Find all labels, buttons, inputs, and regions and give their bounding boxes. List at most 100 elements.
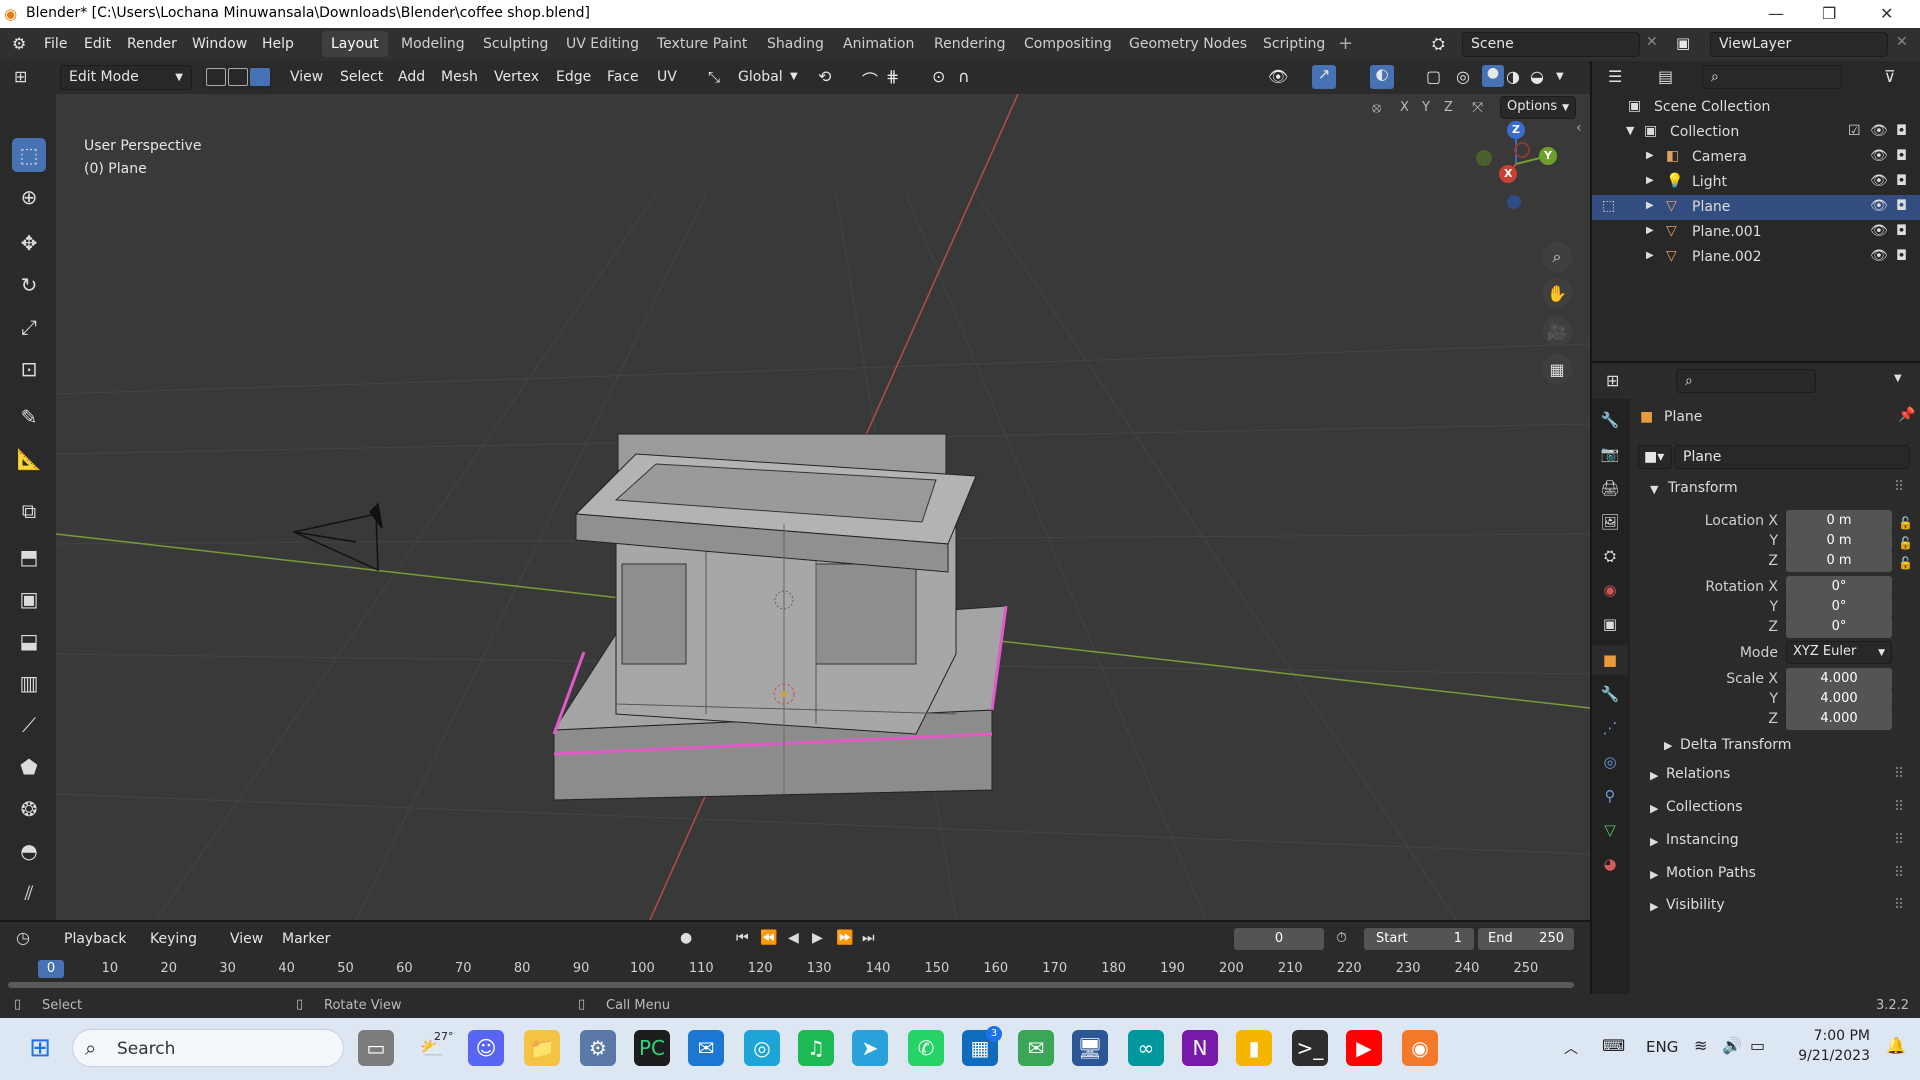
ortho-grid-icon[interactable]: ▦ [1542,354,1572,384]
editor-type-icon[interactable]: ⊞ [14,67,27,86]
menu-playback[interactable]: Playback [64,931,126,947]
visibility-icon[interactable]: 👁 [1268,67,1288,86]
add-cube-tool-icon[interactable]: ⧉ [12,494,46,528]
knife-tool-icon[interactable]: ⟋ [12,708,46,742]
object-name-field[interactable]: Plane [1674,445,1910,469]
transform-orientation[interactable]: Global [738,69,783,85]
next-keyframe-icon[interactable]: ⏩ [836,930,853,946]
constraints-tab-icon[interactable]: ⚲ [1592,781,1628,811]
start-frame-field[interactable]: Start 1 [1364,928,1474,950]
chevron-right-icon[interactable]: ▶ [1650,900,1658,913]
drag-handle-icon[interactable]: ⠿ [1894,897,1904,913]
plane-mesh[interactable] [552,433,1008,801]
blender-taskbar-icon[interactable]: ◉ [1402,1030,1438,1066]
properties-search-input[interactable]: ⌕ [1676,369,1816,393]
collection-tab-icon[interactable]: ▣ [1592,609,1628,639]
chevron-down-icon[interactable]: ▼ [1894,373,1902,384]
extrude-tool-icon[interactable]: ⬒ [12,540,46,574]
shear-tool-icon[interactable]: ⫽ [12,876,46,910]
camera-object[interactable] [291,502,383,572]
clock-date[interactable]: 9/21/2023 [1786,1048,1870,1064]
chevron-down-icon[interactable]: ▼ [790,71,798,82]
rotation-z-field[interactable]: 0° [1786,616,1892,638]
delta-transform-header[interactable]: Delta Transform [1680,737,1791,753]
chevron-right-icon[interactable]: ▶ [1646,250,1654,261]
outliner-row-scene-collection[interactable]: ▣ Scene Collection [1592,95,1920,120]
record-icon[interactable]: ● [680,930,692,946]
checkbox-icon[interactable]: ☑ [1848,123,1861,139]
loop-cut-tool-icon[interactable]: ▥ [12,666,46,700]
menu-render[interactable]: Render [127,36,177,52]
current-frame-field[interactable]: 0 [1234,928,1324,950]
menu-help[interactable]: Help [262,36,294,52]
menu-face[interactable]: Face [607,69,639,85]
clock-icon[interactable]: ⏱ [1336,930,1347,946]
zoom-icon[interactable]: ⌕ [1542,242,1572,272]
proportional-edit-icon[interactable]: ⊙ [932,67,945,86]
render-camera-icon[interactable]: ◘ [1896,123,1907,139]
drag-handle-icon[interactable]: ⠿ [1894,832,1904,848]
settings-icon[interactable]: ⚙ [580,1030,616,1066]
outliner-editor-icon[interactable]: ☰ [1608,67,1622,86]
play-reverse-icon[interactable]: ◀ [788,930,799,946]
spin-tool-icon[interactable]: ❂ [12,792,46,826]
measure-tool-icon[interactable]: 📐 [12,442,46,476]
orientation-icon[interactable]: ⤡ [708,68,720,86]
view-layer-selector[interactable]: ViewLayer [1710,32,1888,57]
menu-keying[interactable]: Keying [150,931,197,947]
mode-selector[interactable]: Edit Mode ▼ [60,65,192,90]
mirror-z-toggle[interactable]: Z [1444,100,1453,115]
eye-icon[interactable]: 👁 [1870,198,1888,214]
eye-icon[interactable]: 👁 [1870,148,1888,164]
pan-hand-icon[interactable]: ✋ [1542,278,1572,308]
clock-time[interactable]: 7:00 PM [1796,1028,1870,1044]
snap-icon[interactable]: ⌒ [862,67,878,91]
task-view-icon[interactable]: ▭ [358,1030,394,1066]
outliner-row-plane-001[interactable]: ▶ ▽ Plane.001 👁 ◘ [1592,220,1920,245]
tab-compositing[interactable]: Compositing [1015,31,1121,57]
drag-handle-icon[interactable]: ⠿ [1894,865,1904,881]
eye-icon[interactable]: 👁 [1870,123,1888,139]
menu-vertex[interactable]: Vertex [494,69,539,85]
language-label[interactable]: ENG [1646,1038,1678,1056]
keyboard-icon[interactable]: ⌨ [1602,1036,1625,1055]
location-y-field[interactable]: 0 m [1786,530,1892,552]
object-type-selector[interactable]: ■▾ [1638,445,1672,469]
scene-tab-icon[interactable]: ⛭ [1592,541,1628,571]
collections-section-header[interactable]: Collections [1666,799,1743,815]
file-explorer-icon[interactable]: 📁 [524,1030,560,1066]
drag-handle-icon[interactable]: ⠿ [1894,799,1904,815]
tab-animation[interactable]: Animation [834,31,923,57]
timeline-editor-icon[interactable]: ◷ [16,928,30,947]
chevron-down-icon[interactable]: ▼ [1626,124,1634,137]
render-camera-icon[interactable]: ◘ [1896,223,1907,239]
chevron-right-icon[interactable]: ▶ [1664,739,1672,752]
motion-paths-section-header[interactable]: Motion Paths [1666,865,1756,881]
chevron-right-icon[interactable]: ▶ [1650,835,1658,848]
pycharm-icon[interactable]: PC [634,1030,670,1066]
render-tab-icon[interactable]: 📷 [1592,439,1628,469]
edge-icon[interactable]: ◎ [744,1030,780,1066]
jump-end-icon[interactable]: ⏭ [862,930,875,946]
mail-icon[interactable]: ✉ [688,1030,724,1066]
move-tool-icon[interactable]: ✥ [12,226,46,260]
chevron-right-icon[interactable]: ▶ [1646,225,1654,236]
scene-icon[interactable]: ⛭ [1432,34,1445,54]
camera-view-icon[interactable]: 🎥 [1542,316,1572,346]
notes-icon[interactable]: ▮ [1236,1030,1272,1066]
windows-start-icon[interactable]: ⊞ [22,1030,58,1066]
outliner-row-light[interactable]: ▶ 💡 Light 👁 ◘ [1592,170,1920,195]
transform-section-header[interactable]: Transform [1668,480,1738,496]
play-icon[interactable]: ▶ [812,930,823,946]
edit-mode-icon[interactable]: ⬚ [1602,198,1615,214]
youtube-icon[interactable]: ▶ [1346,1030,1382,1066]
scene-close-icon[interactable]: ✕ [1646,34,1658,50]
blender-menu-icon[interactable]: ⚙ [12,34,26,53]
terminal-icon[interactable]: >_ [1292,1030,1328,1066]
xray-icon[interactable]: ▢ [1426,67,1441,86]
render-camera-icon[interactable]: ◘ [1896,248,1907,264]
cursor-tool-icon[interactable]: ⊕ [12,180,46,214]
3d-viewport[interactable]: User Perspective (0) Plane ⦻ X Y Z ⤧ Opt… [56,94,1590,920]
add-workspace-icon[interactable]: + [1338,33,1353,54]
face-select-icon[interactable] [250,68,270,86]
